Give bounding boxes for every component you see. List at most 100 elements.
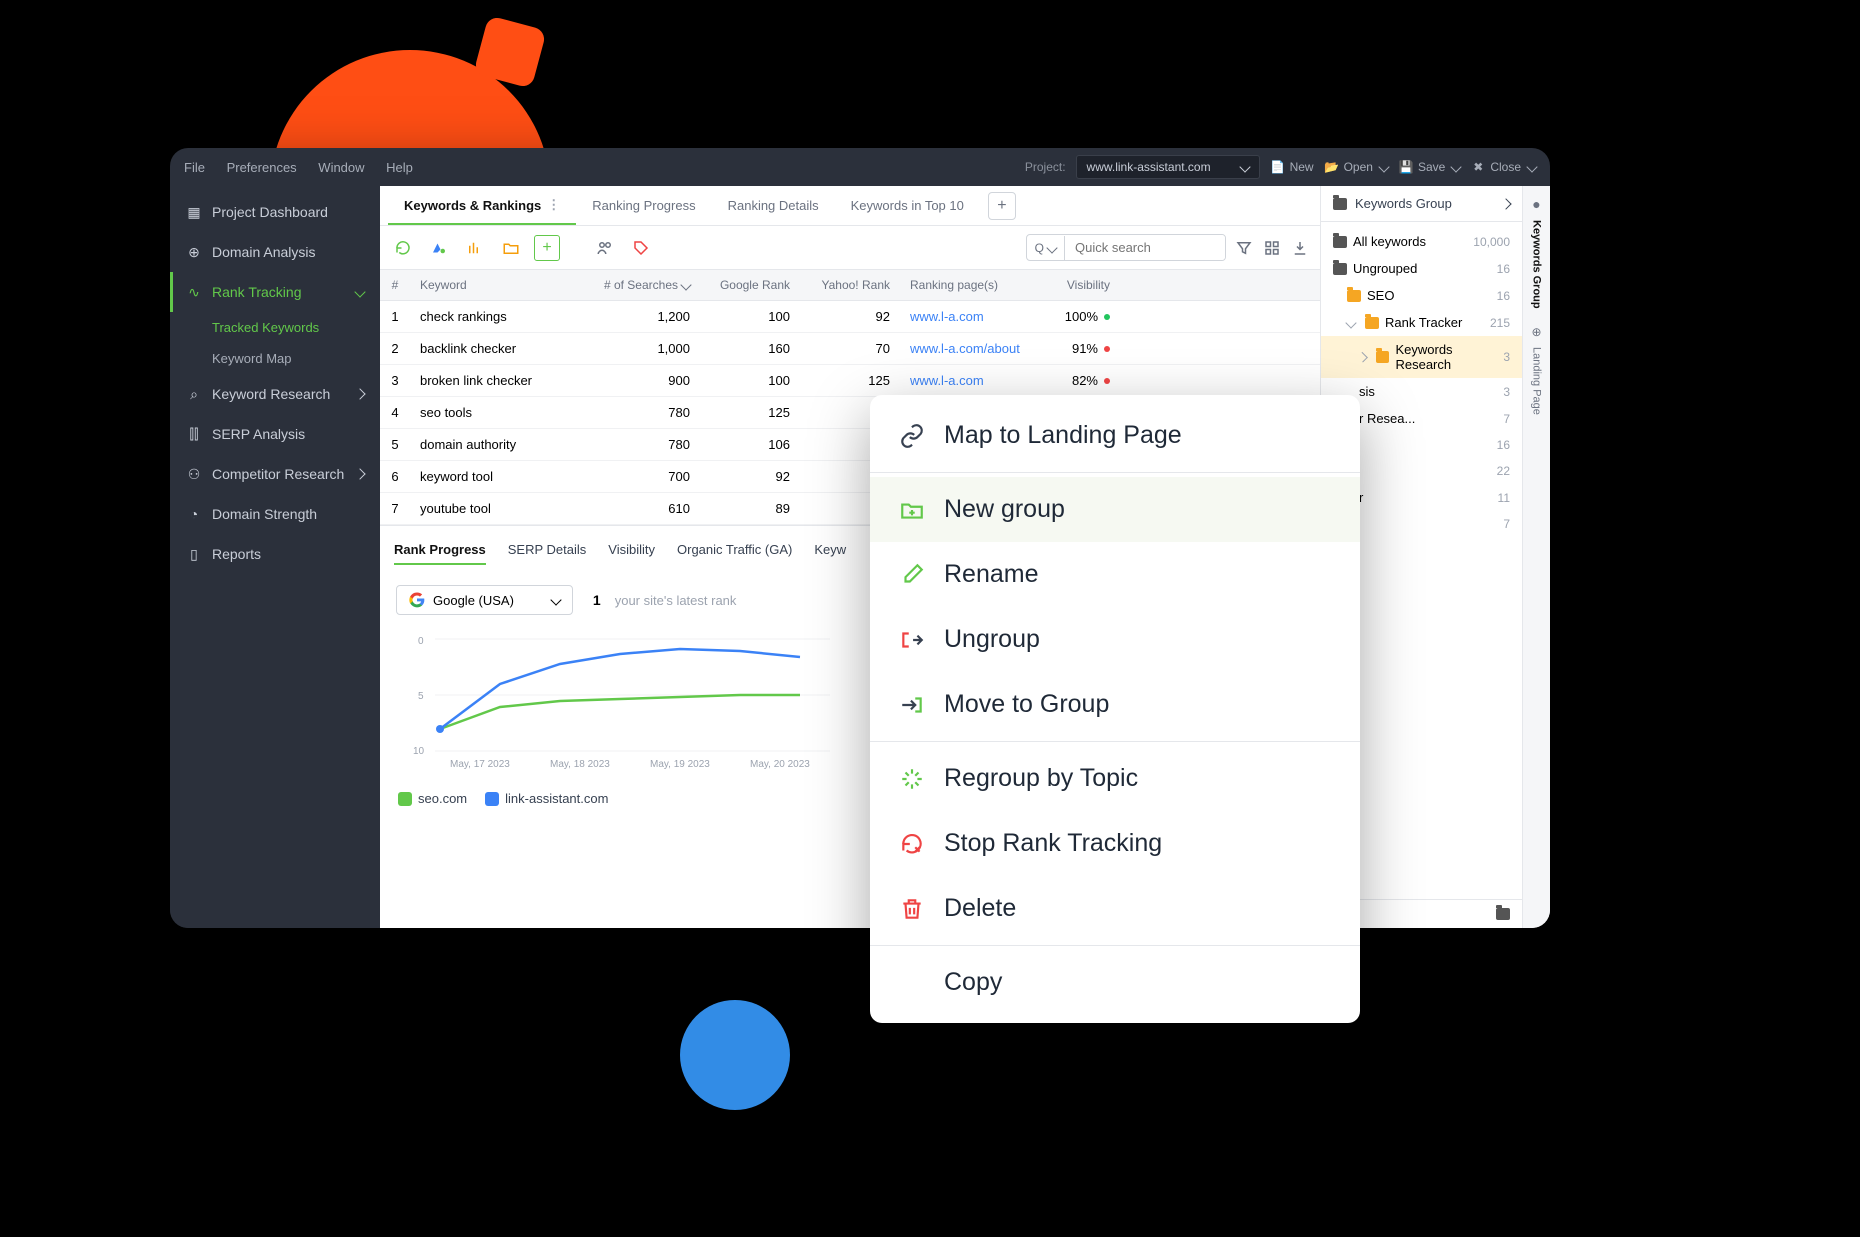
tab-ranking-progress[interactable]: Ranking Progress [576,188,711,223]
th-searches[interactable]: # of Searches [590,270,700,300]
download-button[interactable] [1290,238,1310,258]
table-row[interactable]: 2 backlink checker 1,000 160 70 www.l-a.… [380,333,1320,365]
toolbar-ads-button[interactable] [426,235,452,261]
folder-plus-icon [898,496,926,524]
decor-blue-circle [680,1000,790,1110]
cell-ranking-page[interactable]: www.l-a.com [900,365,1050,396]
cm-map-to-landing-page[interactable]: Map to Landing Page [870,403,1360,468]
cell-ranking-page[interactable]: www.l-a.com [900,301,1050,332]
sidebar-item-rank-tracking[interactable]: ∿ Rank Tracking [170,272,380,312]
sidebar-sub-keyword-map[interactable]: Keyword Map [170,343,380,374]
cell-ranking-page[interactable]: www.l-a.com/about [900,333,1050,364]
save-button[interactable]: 💾Save [1398,159,1460,175]
filter-button[interactable] [1234,238,1254,258]
tab-ranking-details[interactable]: Ranking Details [712,188,835,223]
th-keyword[interactable]: Keyword [410,270,590,300]
toolbar-users-button[interactable] [592,235,618,261]
menu-window[interactable]: Window [318,160,364,175]
menu-help[interactable]: Help [386,160,413,175]
right-panel-title: Keywords Group [1355,196,1452,211]
legend-item-seo[interactable]: seo.com [398,791,467,806]
menu-file[interactable]: File [184,160,205,175]
table-row[interactable]: 3 broken link checker 900 100 125 www.l-… [380,365,1320,397]
add-folder-icon[interactable] [1496,908,1510,920]
close-button[interactable]: ✖Close [1470,159,1536,175]
table-header: # Keyword # of Searches Google Rank Yaho… [380,270,1320,301]
sidebar-item-serp-analysis[interactable]: ⫿⫿SERP Analysis [170,414,380,454]
sidebar-item-reports[interactable]: ▯Reports [170,534,380,574]
group-label: SEO [1367,288,1394,303]
menu-preferences[interactable]: Preferences [227,160,297,175]
group-row[interactable]: Ungrouped 16 [1321,255,1522,282]
cm-ungroup[interactable]: Ungroup [870,607,1360,672]
cm-rename[interactable]: Rename [870,542,1360,607]
folder-icon [1347,290,1361,302]
lower-tab-rank-progress[interactable]: Rank Progress [394,536,486,565]
group-count: 16 [1497,262,1510,276]
group-row[interactable]: All keywords 10,000 [1321,228,1522,255]
sidebar-item-dashboard[interactable]: ▦Project Dashboard [170,192,380,232]
cm-move-to-group[interactable]: Move to Group [870,672,1360,737]
add-tab-button[interactable]: + [988,192,1016,220]
chevron-right-icon [354,468,365,479]
search-input[interactable] [1065,235,1225,260]
chevron-down-icon [1046,242,1057,253]
cm-regroup-by-topic[interactable]: Regroup by Topic [870,746,1360,811]
svg-text:5: 5 [418,691,424,702]
grid-button[interactable] [1262,238,1282,258]
separator [870,945,1360,946]
tab-keywords-top10[interactable]: Keywords in Top 10 [835,188,980,223]
th-index[interactable]: # [380,270,410,300]
toolbar-orange-button[interactable] [462,235,488,261]
sidebar-item-domain-strength[interactable]: ◔Domain Strength [170,494,380,534]
th-google-rank[interactable]: Google Rank [700,270,800,300]
cell-keyword: backlink checker [410,333,590,364]
toolbar-add-button[interactable]: + [534,235,560,261]
group-label: Keywords Research [1395,342,1503,372]
side-tab-landing-page[interactable]: Landing Page [1531,339,1543,423]
cm-new-group[interactable]: New group [870,477,1360,542]
new-button[interactable]: 📄New [1270,159,1314,175]
group-row[interactable]: Keywords Research 3 [1321,336,1522,378]
legend-item-link-assistant[interactable]: link-assistant.com [485,791,608,806]
kebab-icon[interactable]: ⋮ [547,197,560,213]
sidebar-label: Rank Tracking [212,284,301,300]
lower-tab-organic-traffic[interactable]: Organic Traffic (GA) [677,536,792,565]
toolbar-refresh-button[interactable] [390,235,416,261]
th-visibility[interactable]: Visibility [1050,270,1120,300]
folder-icon [1333,198,1347,210]
side-tab-dot-icon: ● [1532,196,1540,212]
toolbar-tag-button[interactable] [628,235,654,261]
th-yahoo-rank[interactable]: Yahoo! Rank [800,270,900,300]
chart-icon: ∿ [186,284,202,300]
lower-tab-serp-details[interactable]: SERP Details [508,536,587,565]
chevron-down-icon [1378,161,1389,172]
save-label: Save [1418,160,1445,174]
cm-copy[interactable]: Copy [870,950,1360,1015]
legend-label: link-assistant.com [505,791,608,806]
sidebar-sub-tracked-keywords[interactable]: Tracked Keywords [170,312,380,343]
cm-delete[interactable]: Delete [870,876,1360,941]
open-button[interactable]: 📂Open [1324,159,1388,175]
engine-select[interactable]: Google (USA) [396,585,573,615]
cm-label: Move to Group [944,690,1109,719]
group-count: 16 [1497,438,1510,452]
collapse-icon[interactable] [1500,198,1511,209]
sidebar-item-competitor-research[interactable]: ⚇Competitor Research [170,454,380,494]
side-tab-keywords-group[interactable]: Keywords Group [1531,212,1543,317]
tab-keywords-rankings[interactable]: Keywords & Rankings⋮ [388,187,576,225]
toolbar-folder-button[interactable] [498,235,524,261]
sidebar-item-domain-analysis[interactable]: ⊕Domain Analysis [170,232,380,272]
project-select[interactable]: www.link-assistant.com [1076,155,1260,179]
group-row[interactable]: Rank Tracker 215 [1321,309,1522,336]
group-row[interactable]: SEO 16 [1321,282,1522,309]
lower-tab-visibility[interactable]: Visibility [608,536,655,565]
stop-tracking-icon [898,830,926,858]
table-row[interactable]: 1 check rankings 1,200 100 92 www.l-a.co… [380,301,1320,333]
lower-tab-keyword[interactable]: Keyw [814,536,846,565]
th-ranking-pages[interactable]: Ranking page(s) [900,270,1050,300]
search-scope-button[interactable]: Q [1027,236,1065,260]
cell-keyword: broken link checker [410,365,590,396]
cm-stop-rank-tracking[interactable]: Stop Rank Tracking [870,811,1360,876]
sidebar-item-keyword-research[interactable]: ⌕Keyword Research [170,374,380,414]
